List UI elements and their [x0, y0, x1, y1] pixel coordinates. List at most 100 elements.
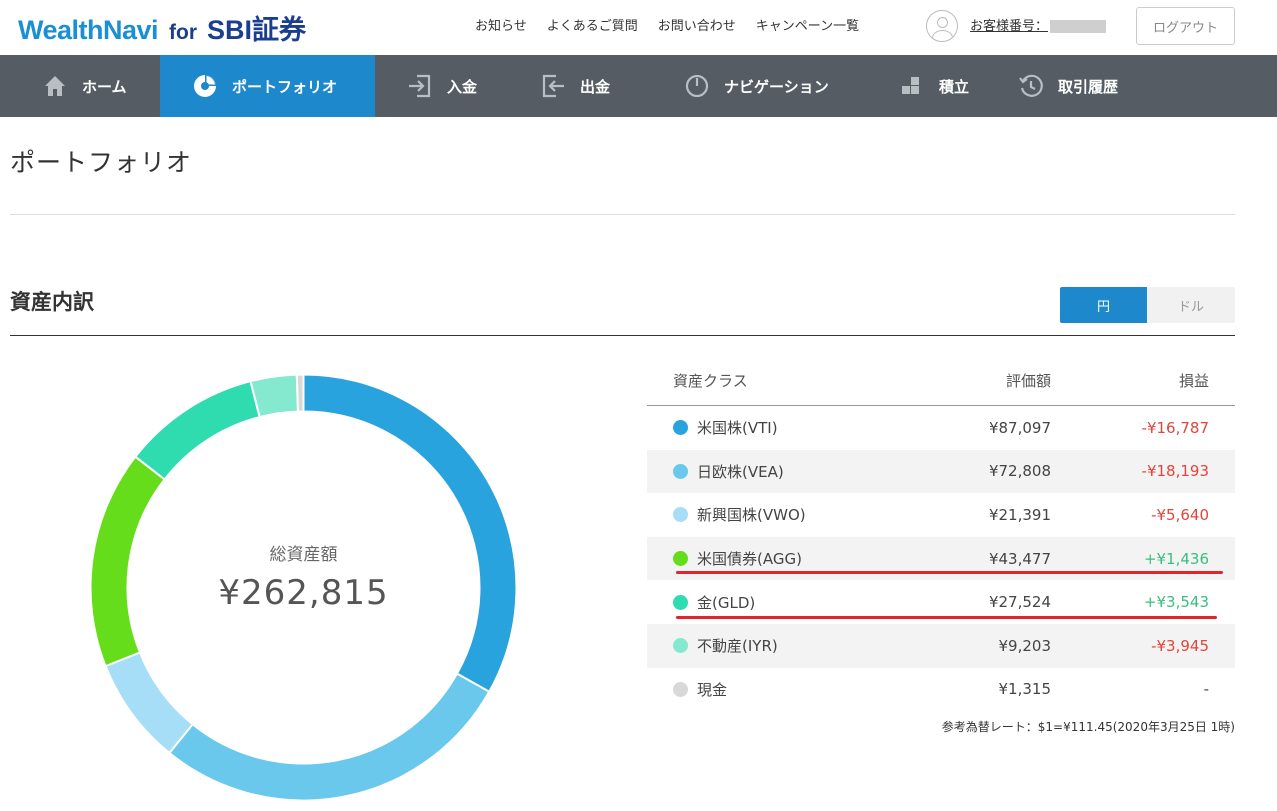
withdraw-icon	[542, 74, 564, 98]
legend-dot-icon	[673, 638, 688, 654]
donut-slice-5	[249, 374, 299, 419]
valuation-cell: ¥43,477	[988, 549, 1051, 568]
profit-loss-cell: -¥3,945	[1151, 636, 1209, 655]
donut-slice-2	[104, 651, 195, 755]
home-icon	[45, 76, 65, 96]
donut-slice-0	[302, 374, 517, 694]
asset-class-cell: 不動産(IYR)	[647, 635, 957, 656]
header-profit-loss: 損益	[1178, 372, 1209, 390]
asset-class-cell: 現金	[647, 679, 957, 700]
gauge-icon	[685, 74, 709, 98]
nav-withdraw[interactable]: 出金	[508, 55, 643, 117]
donut-slice-6	[295, 374, 305, 413]
asset-table: 資産クラス 評価額 損益 米国株(VTI) ¥87,097 -¥16,787 日欧株(…	[647, 356, 1235, 711]
legend-dot-icon	[673, 681, 688, 697]
history-icon	[1019, 74, 1043, 97]
total-assets-label: 総資産額	[269, 545, 338, 565]
nav-reserve-label: 積立	[939, 77, 970, 96]
nav-portfolio[interactable]: ポートフォリオ	[160, 55, 375, 117]
asset-name: 金(GLD)	[697, 593, 756, 612]
wealthnavi-logo[interactable]: WealthNavi for SBI証券	[18, 8, 307, 45]
user-avatar-icon[interactable]	[926, 10, 958, 42]
legend-dot-icon	[673, 463, 688, 479]
logo-for-text: for	[169, 21, 198, 44]
legend-dot-icon	[673, 594, 688, 610]
asset-name: 日欧株(VEA)	[697, 462, 784, 481]
nav-withdraw-label: 出金	[580, 77, 611, 96]
contact-link[interactable]: お問い合わせ	[658, 15, 736, 34]
nav-home-label: ホーム	[82, 77, 127, 96]
blocks-icon	[902, 77, 919, 94]
logout-button[interactable]: ログアウト	[1136, 7, 1235, 45]
table-row: 米国株(VTI) ¥87,097 -¥16,787	[647, 406, 1235, 450]
logo-wordmark: WealthNavi	[18, 15, 159, 45]
valuation-cell: ¥1,315	[998, 680, 1052, 699]
customer-number-link[interactable]: お客様番号：	[970, 15, 1107, 34]
section-divider	[10, 335, 1235, 336]
header-asset-class: 資産クラス	[673, 372, 748, 390]
asset-name: 新興国株(VWO)	[697, 506, 806, 525]
nav-history-label: 取引履歴	[1058, 77, 1119, 96]
profit-loss-cell: -¥16,787	[1141, 418, 1209, 437]
nav-navigation[interactable]: ナビゲーション	[643, 55, 858, 117]
highlight-underline-gld	[676, 616, 1217, 619]
total-assets-value: ¥262,815	[218, 573, 389, 613]
valuation-cell: ¥72,808	[988, 462, 1051, 481]
asset-class-cell: 新興国株(VWO)	[647, 504, 957, 525]
legend-dot-icon	[673, 551, 688, 567]
yen-toggle-button[interactable]: 円	[1060, 287, 1147, 323]
currency-toggle: 円 ドル	[1060, 287, 1235, 323]
page-title: ポートフォリオ	[10, 148, 193, 177]
faq-link[interactable]: よくあるご質問	[547, 15, 638, 34]
dollar-toggle-button[interactable]: ドル	[1147, 287, 1235, 323]
profit-loss-cell: +¥1,436	[1143, 549, 1209, 568]
valuation-cell: ¥27,524	[988, 593, 1051, 612]
asset-name: 米国債券(AGG)	[697, 550, 802, 569]
asset-class-cell: 米国株(VTI)	[647, 417, 957, 438]
highlight-underline-agg	[676, 571, 1223, 574]
campaign-list-link[interactable]: キャンペーン一覧	[756, 15, 859, 34]
section-title: 資産内訳	[10, 290, 94, 314]
legend-dot-icon	[673, 420, 688, 436]
table-row: 現金 ¥1,315 -	[647, 668, 1235, 712]
asset-name: 米国株(VTI)	[697, 419, 778, 438]
asset-class-cell: 日欧株(VEA)	[647, 461, 957, 482]
valuation-cell: ¥21,391	[988, 505, 1051, 524]
nav-portfolio-label: ポートフォリオ	[232, 77, 338, 96]
profit-loss-cell: -¥18,193	[1141, 462, 1209, 481]
table-row: 新興国株(VWO) ¥21,391 -¥5,640	[647, 493, 1235, 537]
table-row: 不動産(IYR) ¥9,203 -¥3,945	[647, 623, 1235, 668]
nav-deposit[interactable]: 入金	[375, 55, 508, 117]
nav-navigation-label: ナビゲーション	[724, 77, 829, 96]
table-header: 資産クラス 評価額 損益	[647, 356, 1235, 406]
valuation-cell: ¥87,097	[988, 418, 1051, 437]
customer-number-label: お客様番号：	[970, 19, 1049, 34]
valuation-cell: ¥9,203	[998, 636, 1052, 655]
main-nav: ホーム ポートフォリオ 入金 出金 ナビゲーション 積立 取引履歴	[0, 55, 1277, 117]
profit-loss-cell: -	[1203, 680, 1209, 699]
asset-name: 現金	[697, 680, 728, 699]
donut-slice-4	[134, 379, 261, 481]
customer-number-masked	[1050, 20, 1107, 33]
deposit-icon	[409, 74, 431, 98]
logo-sbi-text: SBI証券	[207, 15, 307, 45]
asset-name: 不動産(IYR)	[697, 637, 778, 656]
table-row: 日欧株(VEA) ¥72,808 -¥18,193	[647, 449, 1235, 494]
profit-loss-cell: -¥5,640	[1151, 505, 1209, 524]
legend-dot-icon	[673, 507, 688, 523]
nav-home[interactable]: ホーム	[0, 55, 160, 117]
exchange-rate-note: 参考為替レート：$1=¥111.45(2020年3月25日 1時)	[941, 720, 1235, 734]
nav-reserve[interactable]: 積立	[858, 55, 992, 117]
divider	[10, 214, 1235, 215]
top-header: WealthNavi for SBI証券 お知らせ よくあるご質問 お問い合わせ…	[0, 0, 1277, 55]
asset-class-cell: 金(GLD)	[647, 592, 957, 613]
nav-deposit-label: 入金	[447, 77, 478, 96]
asset-class-cell: 米国債券(AGG)	[647, 548, 957, 569]
nav-history[interactable]: 取引履歴	[992, 55, 1192, 117]
header-valuation: 評価額	[1005, 372, 1051, 390]
pie-chart-icon	[194, 75, 216, 97]
news-link[interactable]: お知らせ	[475, 15, 527, 34]
total-assets-summary: 総資産額 ¥262,815	[90, 540, 517, 613]
donut-slice-1	[167, 672, 491, 801]
top-links: お知らせ よくあるご質問 お問い合わせ キャンペーン一覧	[475, 15, 879, 34]
